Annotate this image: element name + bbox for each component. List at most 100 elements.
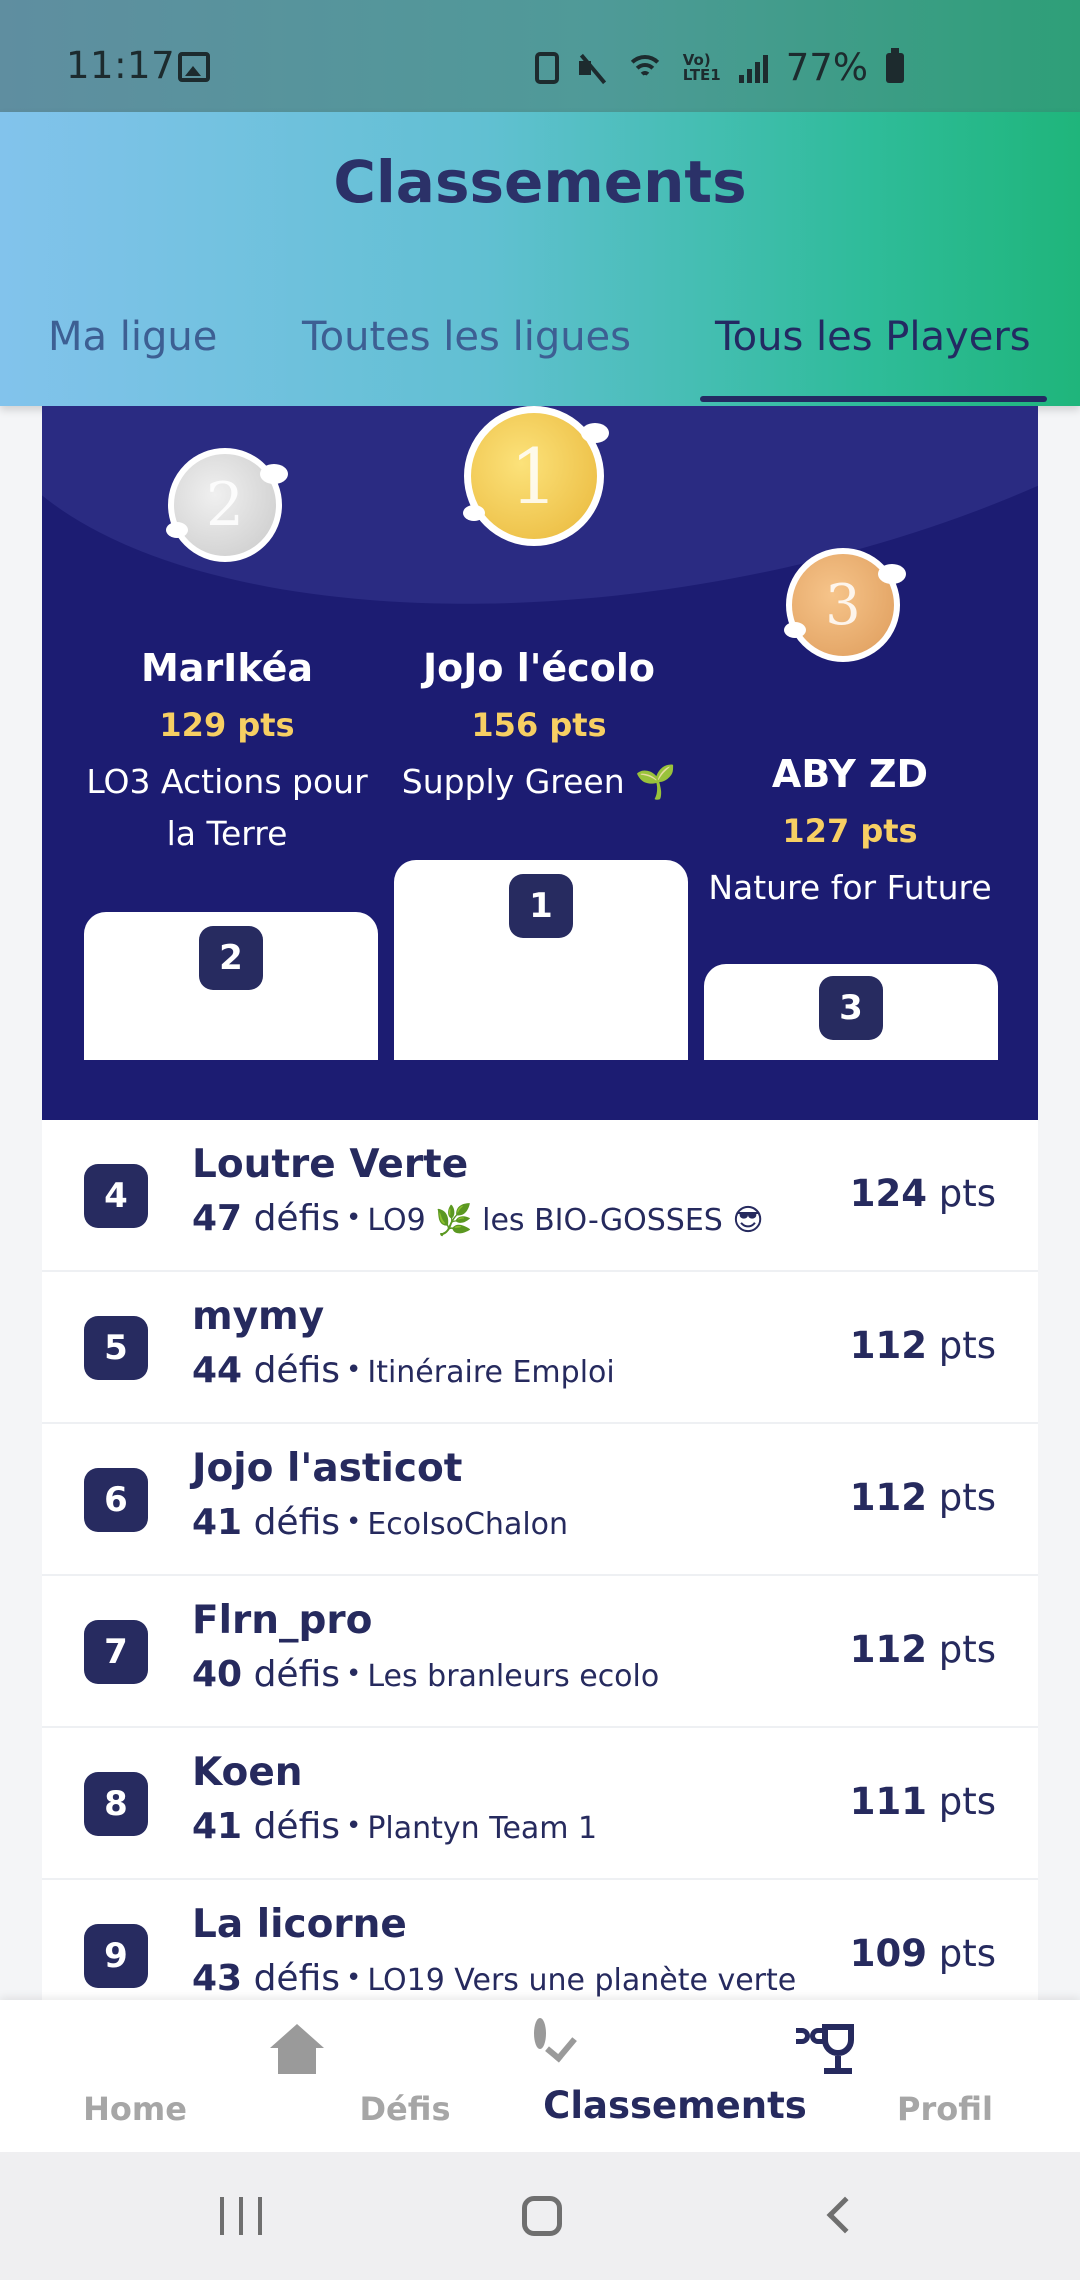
- podium-second-team-line2: la Terre: [166, 814, 288, 853]
- defis-label: défis: [253, 1502, 340, 1543]
- status-icons: Vo) LTE1 77%: [534, 46, 904, 89]
- tab-tous-les-players[interactable]: Tous les Players: [715, 314, 1031, 360]
- podium-step-first: 1: [394, 860, 688, 1060]
- ranking-row[interactable]: 7 Flrn_pro 40 défis • Les branleurs ecolo …: [42, 1576, 1038, 1728]
- active-tab-indicator: [700, 396, 1047, 402]
- defis-label: défis: [253, 1654, 340, 1695]
- defis-count: 47: [192, 1198, 243, 1239]
- ranking-list: 4 Loutre Verte 47 défis • LO9 🌿 les BIO-GO…: [42, 1120, 1038, 2000]
- ranking-row[interactable]: 9 La licorne 43 défis • LO19 Vers une plan…: [42, 1880, 1038, 2000]
- ranking-row[interactable]: 8 Koen 41 défis • Plantyn Team 1 111 pts: [42, 1728, 1038, 1880]
- system-navigation-bar: [0, 2152, 1080, 2280]
- points-unit: pts: [938, 1932, 996, 1975]
- battery-percent: 77%: [785, 46, 868, 89]
- points-value: 112: [849, 1324, 927, 1367]
- podium-first-name[interactable]: JoJo l'écolo: [384, 646, 694, 690]
- defis-label: défis: [253, 1198, 340, 1239]
- player-team: Les branleurs ecolo: [367, 1659, 660, 1694]
- rank-badge: 8: [84, 1772, 148, 1836]
- points-unit: pts: [938, 1172, 996, 1215]
- rank-badge: 5: [84, 1316, 148, 1380]
- player-stats: 41 défis • Plantyn Team 1: [192, 1806, 598, 1847]
- tab-toutes-les-ligues[interactable]: Toutes les ligues: [302, 314, 631, 360]
- home-button-icon[interactable]: [522, 2196, 562, 2236]
- nav-profil[interactable]: Profil: [810, 2000, 1080, 2152]
- nav-home-label: Home: [83, 2090, 187, 2128]
- defis-count: 43: [192, 1958, 243, 1999]
- player-name: Loutre Verte: [192, 1142, 469, 1187]
- player-points: 112 pts: [850, 1324, 996, 1367]
- nav-defis[interactable]: Défis: [270, 2000, 546, 2152]
- podium: 2 1 3 MarIkéa 129 pts LO3 Actions pour l…: [42, 406, 1038, 1120]
- app-header: Classements Ma ligue Toutes les ligues T…: [0, 112, 1080, 406]
- podium-third-name[interactable]: ABY ZD: [695, 752, 1005, 796]
- tab-ma-ligue[interactable]: Ma ligue: [48, 314, 217, 360]
- rank-badge: 9: [84, 1924, 148, 1988]
- back-icon[interactable]: [826, 2196, 864, 2234]
- player-name: mymy: [192, 1294, 325, 1339]
- medal-1-number: 1: [509, 431, 559, 521]
- points-unit: pts: [938, 1628, 996, 1671]
- volte-lte-icon: Vo) LTE1: [682, 52, 721, 84]
- ranking-row[interactable]: 5 mymy 44 défis • Itinéraire Emploi 112 pt…: [42, 1272, 1038, 1424]
- gold-medal-icon: 1: [463, 406, 609, 546]
- bottom-navigation: Home Défis Classements Profil: [0, 2000, 1080, 2152]
- player-name: Koen: [192, 1750, 303, 1795]
- podium-second-team: LO3 Actions pour la Terre: [72, 756, 382, 860]
- podium-third-team: Nature for Future: [708, 868, 992, 907]
- player-points: 109 pts: [850, 1932, 996, 1975]
- ranking-row[interactable]: 4 Loutre Verte 47 défis • LO9 🌿 les BIO-GO…: [42, 1120, 1038, 1272]
- silver-medal-icon: 2: [166, 448, 288, 562]
- nav-profil-label: Profil: [897, 2090, 993, 2128]
- recycle-notification-icon: [534, 51, 559, 84]
- nav-classements-label: Classements: [543, 2084, 807, 2127]
- podium-second-team-line1: LO3 Actions pour: [86, 762, 368, 801]
- defis-count: 40: [192, 1654, 243, 1695]
- points-unit: pts: [938, 1476, 996, 1519]
- defis-label: défis: [253, 1958, 340, 1999]
- rank-badge: 3: [819, 976, 883, 1040]
- defis-count: 41: [192, 1502, 243, 1543]
- points-value: 111: [849, 1780, 927, 1823]
- defis-label: défis: [253, 1350, 340, 1391]
- medal-2-number: 2: [205, 470, 245, 540]
- points-value: 112: [849, 1628, 927, 1671]
- podium-step-second: 2: [84, 912, 378, 1060]
- rank-badge: 4: [84, 1164, 148, 1228]
- points-value: 109: [849, 1932, 927, 1975]
- points-unit: pts: [938, 1324, 996, 1367]
- nav-classements[interactable]: Classements: [540, 2000, 854, 2152]
- defis-count: 44: [192, 1350, 243, 1391]
- player-points: 124 pts: [850, 1172, 996, 1215]
- status-bar: 11:17 Vo) LTE1 77%: [0, 0, 1080, 112]
- player-team: EcoIsoChalon: [367, 1507, 569, 1542]
- ranking-row[interactable]: 6 Jojo l'asticot 41 défis • EcoIsoChalon 1…: [42, 1424, 1038, 1576]
- player-points: 112 pts: [850, 1476, 996, 1519]
- player-name: Jojo l'asticot: [192, 1446, 463, 1491]
- rank-badge: 6: [84, 1468, 148, 1532]
- medal-3-number: 3: [825, 572, 861, 638]
- player-team: LO19 Vers une planète verte: [367, 1963, 797, 1998]
- podium-second-points: 129 pts: [159, 706, 295, 744]
- rank-badge: 7: [84, 1620, 148, 1684]
- podium-second-name[interactable]: MarIkéa: [72, 646, 382, 690]
- player-name: La licorne: [192, 1902, 407, 1947]
- podium-first-team: Supply Green 🌱: [401, 762, 677, 801]
- points-unit: pts: [938, 1780, 996, 1823]
- mute-icon: [577, 53, 607, 83]
- defis-count: 41: [192, 1806, 243, 1847]
- player-stats: 43 défis • LO19 Vers une planète verte: [192, 1958, 797, 1999]
- status-time: 11:17: [66, 44, 176, 87]
- nav-home[interactable]: Home: [0, 2000, 270, 2152]
- gallery-notification-icon: [178, 52, 210, 82]
- tab-bar: Ma ligue Toutes les ligues Tous les Play…: [0, 302, 1080, 406]
- lte-label: LTE1: [682, 65, 721, 84]
- player-stats: 44 défis • Itinéraire Emploi: [192, 1350, 615, 1391]
- points-value: 124: [849, 1172, 927, 1215]
- rank-badge: 2: [199, 926, 263, 990]
- points-value: 112: [849, 1476, 927, 1519]
- player-stats: 40 défis • Les branleurs ecolo: [192, 1654, 660, 1695]
- player-points: 111 pts: [850, 1780, 996, 1823]
- recent-apps-icon[interactable]: [220, 2186, 262, 2246]
- bronze-medal-icon: 3: [784, 548, 906, 662]
